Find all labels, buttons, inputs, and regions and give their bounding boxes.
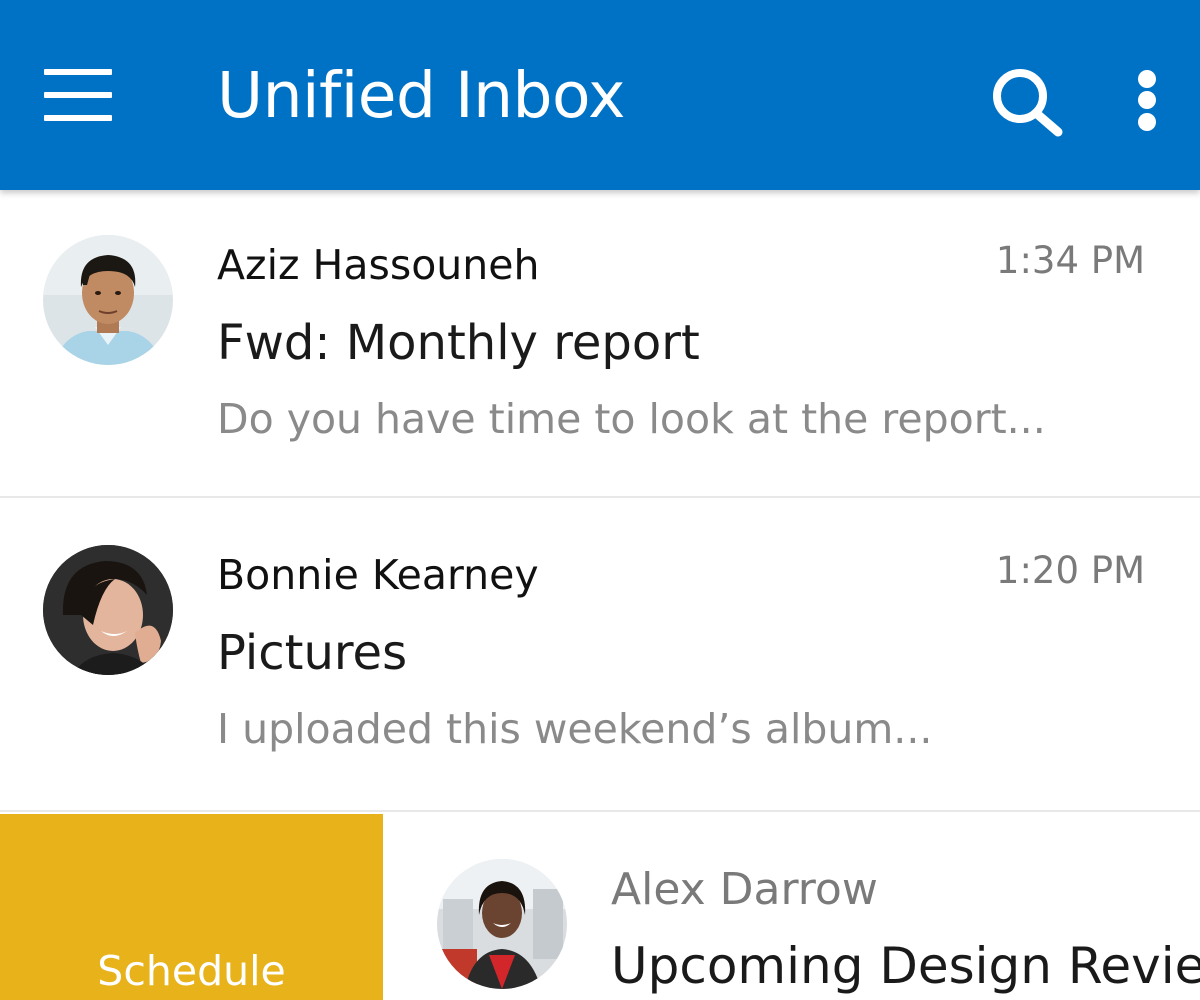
more-vertical-icon[interactable] [1125,66,1169,132]
message-time: 1:34 PM [995,239,1145,282]
message-list-item[interactable]: Bonnie Kearney 1:20 PM Pictures I upload… [0,500,1200,812]
message-preview: Do you have time to look at the report..… [217,395,1046,443]
top-app-bar: Unified Inbox [0,0,1200,190]
message-list-item[interactable]: Alex Darrow Upcoming Design Revie [383,814,1200,1000]
hamburger-menu-icon[interactable] [40,62,116,128]
avatar [43,235,173,365]
avatar [43,545,173,675]
mail-app: Unified Inbox Aziz Hassouneh 1:34 PM Fwd… [0,0,1200,1000]
schedule-label: Schedule [97,947,286,995]
message-sender: Aziz Hassouneh [217,241,540,289]
message-sender: Bonnie Kearney [217,551,539,599]
message-list-item[interactable]: Aziz Hassouneh 1:34 PM Fwd: Monthly repo… [0,190,1200,498]
message-preview: I uploaded this weekend’s album... [217,705,933,753]
message-subject: Upcoming Design Revie [611,937,1200,995]
swiped-message-row: Schedule Alex Darrow Upcoming Design Rev… [0,814,1200,1000]
schedule-swipe-action[interactable]: Schedule [0,814,383,1000]
message-sender: Alex Darrow [611,864,878,915]
search-icon[interactable] [988,66,1068,138]
message-subject: Fwd: Monthly report [217,315,700,371]
message-subject: Pictures [217,625,408,681]
avatar [437,859,567,989]
message-time: 1:20 PM [995,549,1145,592]
page-title: Unified Inbox [217,59,625,132]
